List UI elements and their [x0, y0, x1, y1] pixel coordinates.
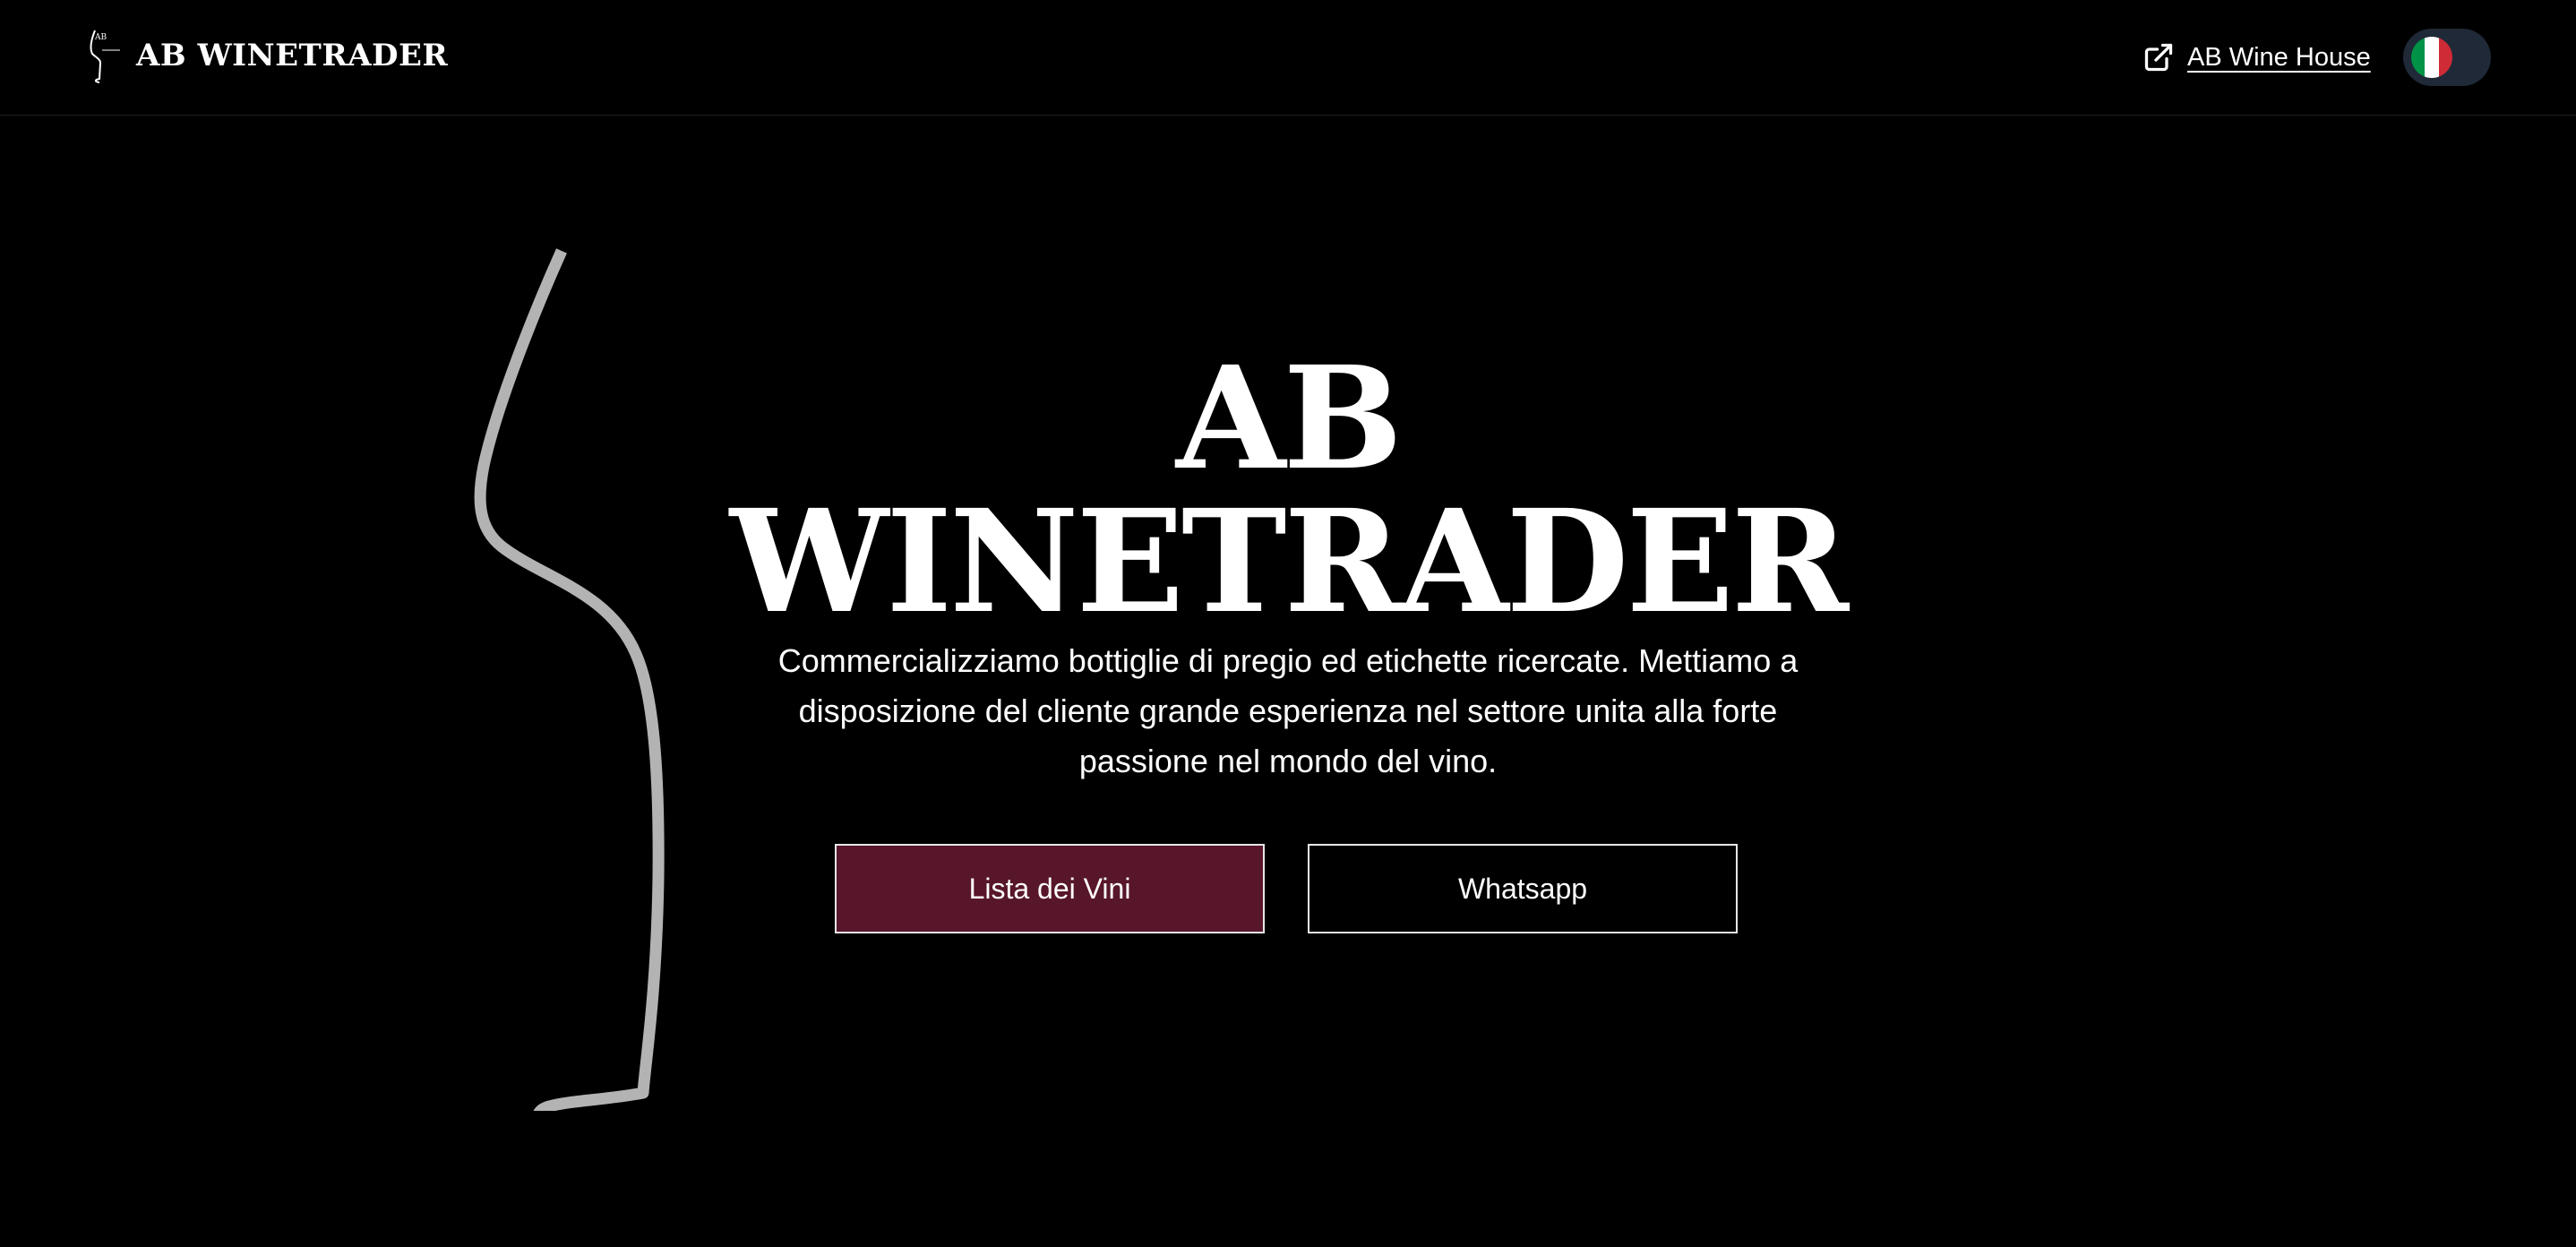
italy-flag-icon: [2411, 37, 2452, 78]
brand-name: AB WINETRADER: [136, 38, 449, 73]
wine-list-button[interactable]: Lista dei Vini: [835, 844, 1265, 933]
page: AB AB WINETRADER AB Wine House AB WINETR…: [0, 0, 2576, 1247]
whatsapp-button[interactable]: Whatsapp: [1308, 844, 1738, 933]
ab-wine-house-label: AB Wine House: [2187, 42, 2371, 72]
ab-wine-house-link[interactable]: AB Wine House: [2142, 39, 2371, 75]
hero-title-line-2: WINETRADER: [729, 479, 1849, 645]
hero-title-line-1: AB: [1175, 336, 1403, 502]
external-link-icon: [2144, 43, 2173, 72]
wine-glass-logo-icon: AB: [90, 30, 120, 83]
svg-text:AB: AB: [94, 33, 107, 42]
hero-description: Commercializziamo bottiglie di pregio ed…: [777, 642, 1799, 779]
wine-glass-outline-icon: [474, 248, 665, 1111]
hero-title: AB WINETRADER: [661, 348, 1915, 634]
site-header: AB AB WINETRADER AB Wine House: [0, 0, 2576, 116]
language-toggle[interactable]: [2403, 29, 2491, 86]
brand-home-link[interactable]: AB AB WINETRADER: [86, 27, 448, 84]
